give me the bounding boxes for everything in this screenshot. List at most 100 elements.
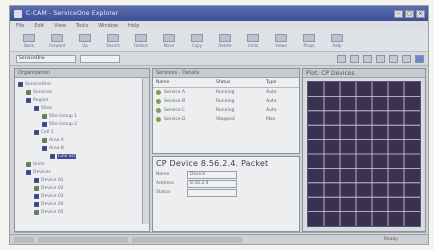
- field-address: Address 8.56.2.4: [153, 179, 299, 188]
- tree-item-label: Device 05: [41, 209, 64, 215]
- tree-item-label: Region: [33, 97, 49, 103]
- column-status[interactable]: Status: [216, 80, 266, 85]
- home-icon[interactable]: [363, 54, 372, 63]
- up-icon: [79, 33, 91, 42]
- zoom-out-icon[interactable]: [402, 54, 411, 63]
- list-view: Service A Running Auto Service B Running Auto…: [153, 88, 299, 124]
- tree-pane: Organization ServiceOne Services Region Sit…: [14, 68, 150, 232]
- tree-item[interactable]: Area A: [18, 136, 146, 144]
- tree-item[interactable]: Site Group 1: [18, 112, 146, 120]
- list-item[interactable]: Service C Running Auto: [153, 106, 299, 115]
- undo-button[interactable]: Undo: [240, 32, 266, 50]
- tree-item-label: Area B: [49, 145, 64, 151]
- status-segment: [14, 236, 34, 243]
- graph-view[interactable]: [307, 81, 421, 227]
- print-icon[interactable]: [376, 54, 385, 63]
- menu-window[interactable]: Window: [98, 23, 118, 29]
- tree-node-icon: [42, 121, 47, 127]
- tree-item[interactable]: Device 02: [18, 184, 146, 192]
- list-item[interactable]: Service A Running Auto: [153, 88, 299, 97]
- menu-tools[interactable]: Tools: [76, 23, 88, 29]
- column-type[interactable]: Type: [266, 80, 296, 85]
- minimize-button[interactable]: –: [394, 9, 403, 18]
- tree-item[interactable]: Device 03: [18, 192, 146, 200]
- views-button[interactable]: Views: [268, 32, 294, 50]
- folder-icon: [135, 33, 147, 42]
- folders-button[interactable]: Folders: [128, 32, 154, 50]
- menu-edit[interactable]: Edit: [34, 23, 44, 29]
- list-cell-status: Running: [216, 108, 235, 113]
- copy-icon: [191, 33, 203, 42]
- tree-item[interactable]: Device 05: [18, 208, 146, 216]
- field-status: Status: [153, 188, 299, 197]
- tree-item[interactable]: ServiceOne: [18, 80, 146, 88]
- properties-button[interactable]: Props: [296, 32, 322, 50]
- tree-item-label: Area A: [49, 137, 64, 143]
- tree-item[interactable]: Area B: [18, 144, 146, 152]
- tree-item[interactable]: Site Group 2: [18, 120, 146, 128]
- status-dot-icon: [156, 117, 161, 122]
- close-button[interactable]: ×: [416, 9, 425, 18]
- tree-item[interactable]: Devices: [18, 168, 146, 176]
- tree-item[interactable]: Link list: [18, 152, 146, 160]
- tree-item[interactable]: Units: [18, 160, 146, 168]
- tree-scrollbar[interactable]: [142, 78, 149, 224]
- stop-icon[interactable]: [350, 54, 359, 63]
- move-button[interactable]: Move: [156, 32, 182, 50]
- list-cell-type: Man: [266, 117, 276, 122]
- tree-node-icon: [34, 185, 39, 191]
- tree-item-label: Device 02: [41, 185, 64, 191]
- tree-node-icon: [50, 153, 55, 159]
- tree-item[interactable]: Sites: [18, 104, 146, 112]
- undo-icon: [247, 33, 259, 42]
- column-name[interactable]: Name: [156, 80, 216, 85]
- address-input[interactable]: 8.56.2.4: [187, 179, 237, 188]
- list-item[interactable]: Service D Stopped Man: [153, 115, 299, 124]
- tree-item[interactable]: Region: [18, 96, 146, 104]
- list-cell-name: Service D: [164, 117, 186, 122]
- field-name: Name Device: [153, 170, 299, 179]
- tree-node-icon: [42, 113, 47, 119]
- tree-node-icon: [26, 97, 31, 103]
- name-input[interactable]: Device: [187, 170, 237, 179]
- list-item[interactable]: Service B Running Auto: [153, 97, 299, 106]
- list-cell-type: Auto: [266, 108, 277, 113]
- menu-file[interactable]: File: [16, 23, 24, 29]
- zoom-in-icon[interactable]: [389, 54, 398, 63]
- tree-item-label: Device 01: [41, 177, 64, 183]
- tree-item-label: Device 04: [41, 201, 64, 207]
- list-cell-name: Service C: [164, 108, 186, 113]
- tree-item[interactable]: Device 04: [18, 200, 146, 208]
- list-cell-type: Auto: [266, 99, 277, 104]
- tree-node-icon: [26, 89, 31, 95]
- address-combo[interactable]: ServiceOne: [16, 54, 76, 63]
- status-dot-icon: [156, 108, 161, 113]
- tree-node-icon: [34, 129, 39, 135]
- status-input[interactable]: [187, 188, 237, 197]
- copy-button[interactable]: Copy: [184, 32, 210, 50]
- tree-item-label: Devices: [33, 169, 51, 175]
- back-button[interactable]: Back: [16, 32, 42, 50]
- globe-icon[interactable]: [415, 54, 424, 63]
- filter-combo[interactable]: [80, 54, 120, 63]
- help-button[interactable]: Help: [324, 32, 350, 50]
- tree-item[interactable]: Cell 1: [18, 128, 146, 136]
- tree-item[interactable]: Device 01: [18, 176, 146, 184]
- maximize-button[interactable]: □: [405, 9, 414, 18]
- up-button[interactable]: Up: [72, 32, 98, 50]
- tree-item[interactable]: Services: [18, 88, 146, 96]
- move-icon: [163, 33, 175, 42]
- tree-node-icon: [34, 105, 39, 111]
- graph-grid: [308, 82, 420, 226]
- delete-button[interactable]: Delete: [212, 32, 238, 50]
- search-button[interactable]: Search: [100, 32, 126, 50]
- refresh-icon[interactable]: [337, 54, 346, 63]
- tree-node-icon: [34, 193, 39, 199]
- menu-help[interactable]: Help: [128, 23, 139, 29]
- tree-node-icon: [42, 145, 47, 151]
- list-header-row: Name Status Type: [153, 78, 299, 88]
- status-segment: [132, 236, 242, 243]
- menu-view[interactable]: View: [54, 23, 66, 29]
- tree-node-icon: [34, 209, 39, 215]
- forward-button[interactable]: Forward: [44, 32, 70, 50]
